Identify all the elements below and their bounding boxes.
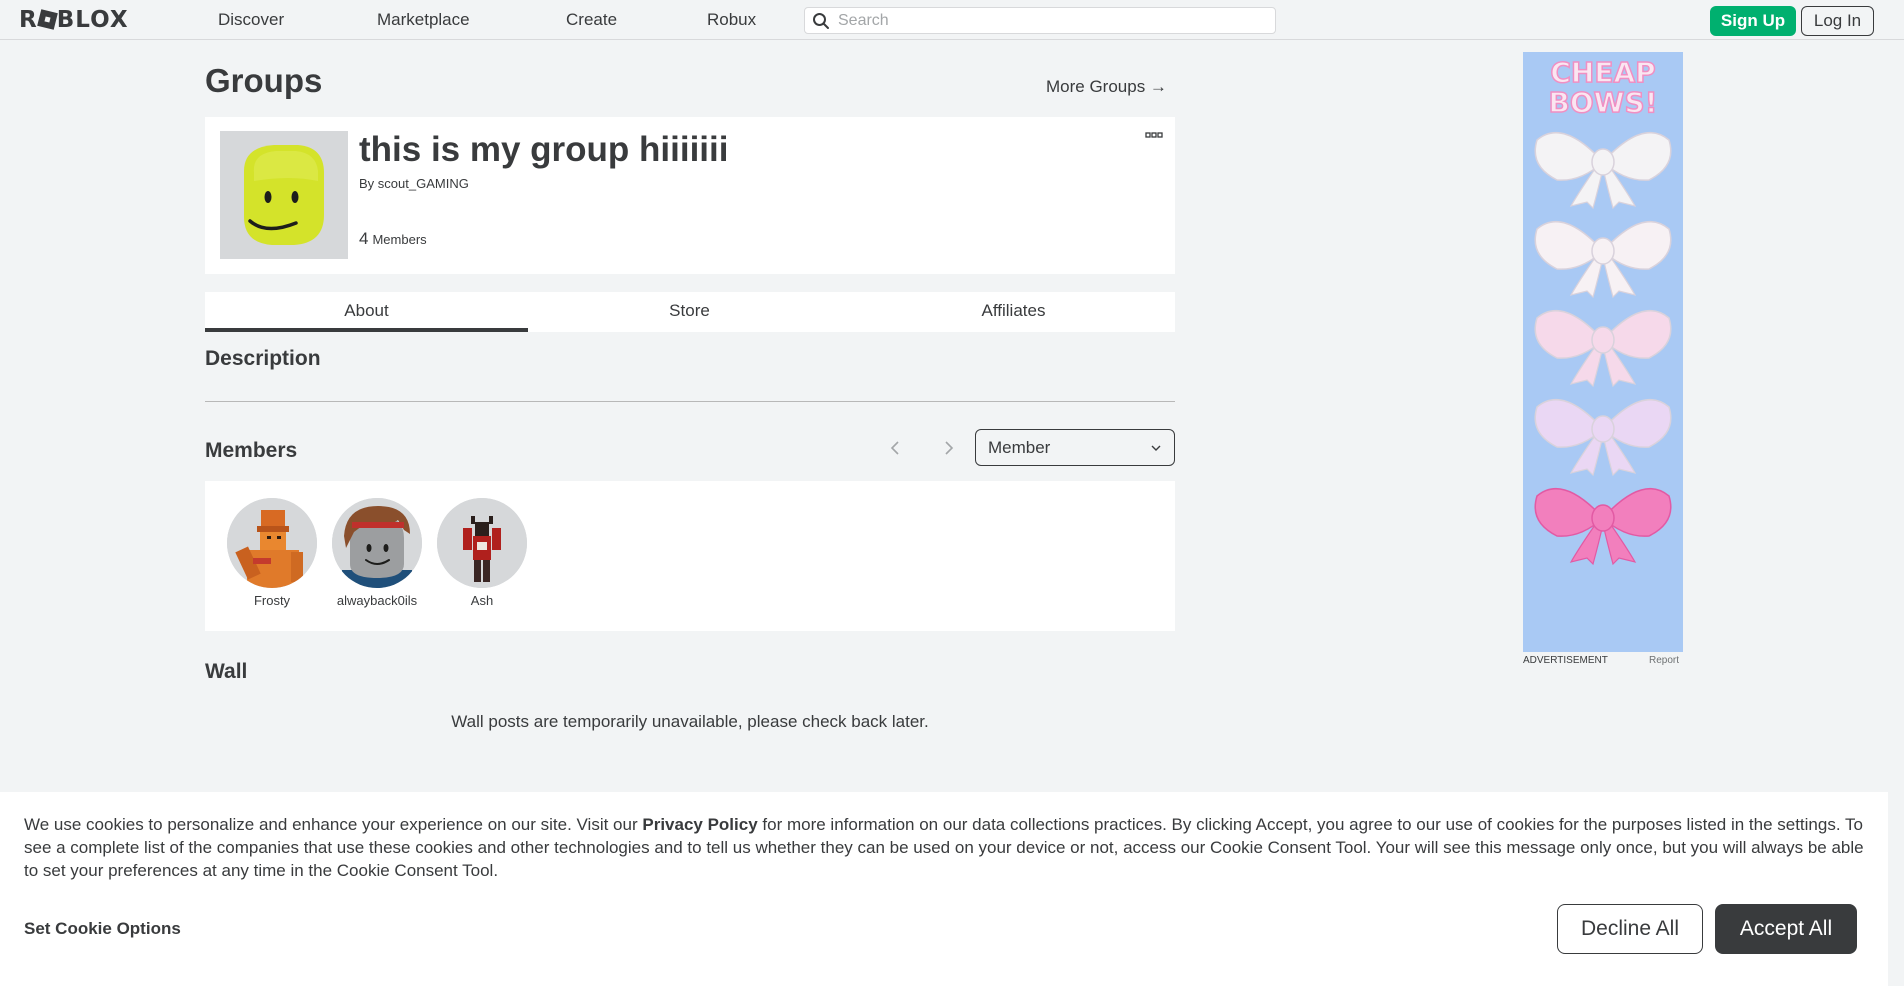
ad-report-link[interactable]: Report (1649, 655, 1679, 666)
member-name: Frosty (253, 593, 291, 608)
group-tabs: About Store Affiliates (205, 292, 1175, 332)
nav-robux[interactable]: Robux (707, 0, 756, 40)
privacy-policy-link[interactable]: Privacy Policy (642, 815, 757, 834)
member-card[interactable]: Frosty (222, 498, 322, 608)
ad-headline-line1: CHEAP (1550, 56, 1655, 89)
more-groups-link[interactable]: More Groups → (1046, 77, 1167, 97)
more-options-icon[interactable] (1145, 132, 1163, 140)
nav-marketplace[interactable]: Marketplace (377, 0, 470, 40)
member-count-label: Members (372, 232, 427, 247)
divider (205, 401, 1175, 402)
member-card[interactable]: Ash (432, 498, 532, 608)
group-name: this is my group hiiiiiii (359, 130, 729, 169)
chevron-left-icon[interactable] (886, 438, 906, 458)
advertisement-banner[interactable]: CHEAP BOWS! (1523, 52, 1683, 652)
top-navbar: R BLOX Discover Marketplace Create Robux … (0, 0, 1904, 40)
set-cookie-options-link[interactable]: Set Cookie Options (24, 919, 181, 939)
member-name: alwayback0ils (336, 593, 418, 608)
search-icon (813, 13, 829, 29)
description-title: Description (205, 347, 321, 370)
group-owner: By scout_GAMING (359, 176, 469, 191)
chevron-down-icon (1151, 445, 1161, 451)
ad-headline-line2: BOWS! (1549, 86, 1658, 119)
member-name: Ash (470, 593, 494, 608)
tab-affiliates[interactable]: Affiliates (852, 292, 1175, 332)
owner-prefix: By (359, 176, 375, 191)
orange-avatar-icon (227, 498, 317, 588)
role-select[interactable]: Member (975, 429, 1175, 466)
group-header-card: this is my group hiiiiiii By scout_GAMIN… (205, 117, 1175, 274)
members-panel: Frosty alwayback0ils Ash (205, 481, 1175, 631)
signup-button[interactable]: Sign Up (1710, 6, 1796, 36)
yellow-noob-face-icon (244, 145, 324, 245)
owner-link[interactable]: scout_GAMING (378, 176, 469, 191)
bows-ad-image: CHEAP BOWS! (1523, 52, 1683, 652)
tab-store[interactable]: Store (528, 292, 851, 332)
accept-all-button[interactable]: Accept All (1715, 904, 1857, 954)
role-select-value: Member (988, 438, 1051, 457)
member-avatar (437, 498, 527, 588)
roblox-logo[interactable]: R BLOX (19, 7, 129, 33)
cookie-consent-banner: We use cookies to personalize and enhanc… (0, 792, 1888, 986)
decline-all-button[interactable]: Decline All (1557, 904, 1703, 954)
member-avatar (332, 498, 422, 588)
search-box[interactable] (804, 7, 1276, 34)
nav-create[interactable]: Create (566, 0, 617, 40)
page-title: Groups (205, 62, 323, 99)
member-count-value: 4 (359, 229, 369, 248)
logo-o-icon (36, 9, 58, 30)
member-count: 4 Members (359, 229, 427, 249)
tab-about[interactable]: About (205, 292, 528, 332)
login-button[interactable]: Log In (1801, 6, 1874, 36)
chevron-right-icon[interactable] (938, 438, 958, 458)
cookie-text: We use cookies to personalize and enhanc… (24, 815, 1864, 880)
red-dark-avatar-icon (437, 498, 527, 588)
member-card[interactable]: alwayback0ils (327, 498, 427, 608)
group-emblem (220, 131, 348, 259)
classic-face-avatar-icon (332, 498, 422, 588)
member-avatar (227, 498, 317, 588)
members-title: Members (205, 439, 298, 462)
wall-message: Wall posts are temporarily unavailable, … (451, 712, 929, 731)
search-input[interactable] (838, 8, 1268, 33)
advertisement-label: ADVERTISEMENT (1523, 655, 1608, 666)
wall-title: Wall (205, 660, 248, 683)
nav-discover[interactable]: Discover (218, 0, 284, 40)
